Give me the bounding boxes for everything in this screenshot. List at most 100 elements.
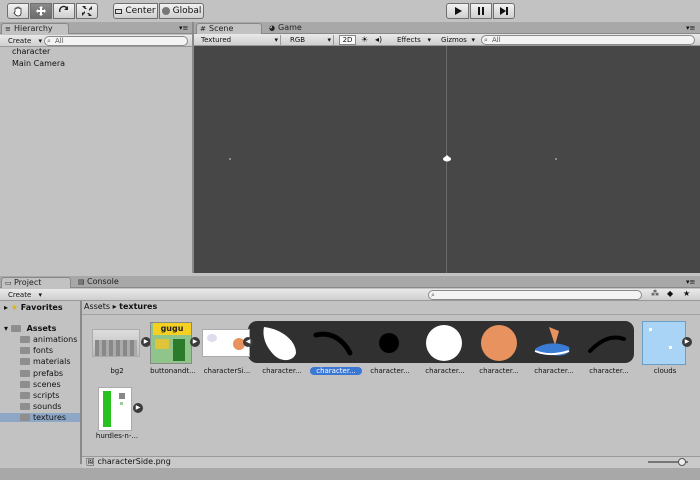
- cloud-speck-icon: [669, 346, 672, 349]
- slider-handle[interactable]: [678, 458, 686, 466]
- scene-search-placeholder: All: [492, 36, 501, 44]
- asset-label[interactable]: character...: [471, 367, 527, 375]
- expand-sprite-button[interactable]: ▶: [133, 403, 143, 413]
- hierarchy-search-input[interactable]: All: [44, 36, 188, 46]
- scene-viewport[interactable]: [194, 46, 700, 273]
- assets-root-item[interactable]: ▾ Assets: [4, 324, 56, 333]
- folder-item-materials[interactable]: materials: [20, 357, 71, 366]
- globe-icon: [161, 7, 170, 15]
- console-icon: ▤: [78, 278, 85, 286]
- tab-game[interactable]: ◕ Game: [266, 23, 326, 34]
- asset-label[interactable]: bg2: [89, 367, 145, 375]
- hierarchy-menu-icon[interactable]: ▾≡: [179, 24, 188, 32]
- tab-console-label: Console: [87, 277, 119, 286]
- hierarchy-create-dropdown[interactable]: Create: [4, 36, 44, 46]
- assets-label: Assets: [26, 324, 57, 333]
- hierarchy-item[interactable]: Main Camera: [12, 59, 65, 68]
- effects-dropdown[interactable]: Effects: [393, 35, 433, 45]
- project-create-dropdown[interactable]: Create: [4, 290, 44, 300]
- space-global-button[interactable]: Global: [159, 3, 204, 19]
- folder-item-scripts[interactable]: scripts: [20, 391, 59, 400]
- cloud-speck-icon: [649, 328, 652, 331]
- asset-label[interactable]: characterSi...: [199, 367, 255, 375]
- city-skyline-icon: [95, 340, 137, 356]
- filter-label-icon[interactable]: ◆: [667, 289, 673, 298]
- asset-thumb-clouds[interactable]: [642, 321, 686, 365]
- scene-menu-icon[interactable]: ▾≡: [686, 24, 695, 32]
- hand-tool-button[interactable]: [7, 3, 29, 19]
- step-icon: [500, 7, 508, 15]
- asset-label[interactable]: character...: [417, 367, 473, 375]
- sprite-head[interactable]: [422, 323, 464, 365]
- asset-label[interactable]: character...: [254, 367, 310, 375]
- button-sprite-icon: [155, 339, 169, 349]
- folder-icon: [20, 347, 30, 355]
- move-tool-button[interactable]: [30, 3, 52, 19]
- asset-label[interactable]: character...: [581, 367, 637, 375]
- pause-button[interactable]: [470, 3, 492, 19]
- sprite-leg[interactable]: [586, 323, 628, 365]
- tab-hierarchy[interactable]: ≡ Hierarchy: [1, 23, 69, 34]
- asset-label[interactable]: clouds: [637, 367, 693, 375]
- asset-label[interactable]: character...: [526, 367, 582, 375]
- character-parts-icon: [207, 334, 217, 342]
- sprite-ear[interactable]: [258, 323, 300, 365]
- folder-item-prefabs[interactable]: prefabs: [20, 369, 63, 378]
- hierarchy-item[interactable]: character: [12, 47, 50, 56]
- filter-type-icon[interactable]: ⁂: [651, 289, 659, 298]
- thumbnail-size-slider[interactable]: [648, 458, 688, 466]
- grid-icon: #: [200, 25, 206, 33]
- expand-sprite-button[interactable]: ▶: [682, 337, 692, 347]
- asset-thumb-bg2[interactable]: [92, 329, 140, 357]
- lighting-icon[interactable]: ☀: [361, 35, 368, 44]
- favorites-item[interactable]: ▸ ★ Favorites: [4, 303, 63, 312]
- hierarchy-search-placeholder: All: [55, 37, 64, 45]
- folder-icon: [20, 392, 30, 399]
- render-mode-dropdown[interactable]: RGB: [286, 35, 334, 45]
- audio-icon[interactable]: ◂): [375, 35, 382, 44]
- tab-scene[interactable]: # Scene: [196, 23, 262, 34]
- pivot-center-button[interactable]: Center: [113, 3, 158, 19]
- sprite-arm[interactable]: [312, 323, 354, 365]
- button-sprite-icon: [173, 339, 185, 361]
- folder-label: materials: [33, 357, 71, 367]
- project-search-input[interactable]: [428, 290, 642, 300]
- character-sprite[interactable]: [442, 154, 452, 162]
- folder-item-scenes[interactable]: scenes: [20, 380, 61, 389]
- collapse-sprite-button[interactable]: ◀: [243, 337, 253, 347]
- folder-item-textures[interactable]: textures: [0, 413, 80, 423]
- sprite-eye[interactable]: [368, 323, 410, 365]
- folder-tree-divider[interactable]: [80, 301, 82, 464]
- folder-icon: [20, 358, 30, 366]
- asset-label[interactable]: character...: [362, 367, 418, 375]
- scale-tool-button[interactable]: [76, 3, 98, 19]
- breadcrumb-assets[interactable]: Assets: [84, 302, 110, 311]
- scale-icon: [82, 6, 92, 16]
- folder-item-sounds[interactable]: sounds: [20, 402, 61, 411]
- folder-item-fonts[interactable]: fonts: [20, 346, 53, 355]
- sprite-shoe[interactable]: [531, 323, 573, 365]
- favorite-star-icon[interactable]: ★: [683, 289, 690, 298]
- project-menu-icon[interactable]: ▾≡: [686, 278, 695, 286]
- asset-label[interactable]: hurdles-n-...: [89, 432, 145, 440]
- gizmos-dropdown[interactable]: Gizmos: [437, 35, 477, 45]
- sprite-body[interactable]: [477, 323, 519, 365]
- play-button[interactable]: [446, 3, 469, 19]
- breadcrumb-textures[interactable]: textures: [119, 302, 157, 311]
- asset-thumb-buttons[interactable]: gugu: [150, 322, 192, 364]
- tab-console[interactable]: ▤ Console: [75, 277, 141, 288]
- rotate-tool-button[interactable]: [53, 3, 75, 19]
- asset-label[interactable]: buttonandt...: [145, 367, 201, 375]
- 2d-toggle[interactable]: 2D: [339, 35, 356, 45]
- asset-label[interactable]: character...: [310, 367, 362, 375]
- expand-sprite-button[interactable]: ▶: [190, 337, 200, 347]
- hierarchy-list: [0, 48, 192, 273]
- move-icon: [36, 6, 46, 16]
- scene-search-input[interactable]: All: [481, 35, 695, 45]
- tab-project[interactable]: ▭ Project: [1, 277, 71, 288]
- shading-mode-dropdown[interactable]: Textured: [197, 35, 281, 45]
- step-button[interactable]: [493, 3, 515, 19]
- folder-item-animations[interactable]: animations: [20, 335, 77, 344]
- scene-dot: [555, 158, 557, 160]
- asset-thumb-hurdles[interactable]: [98, 387, 132, 431]
